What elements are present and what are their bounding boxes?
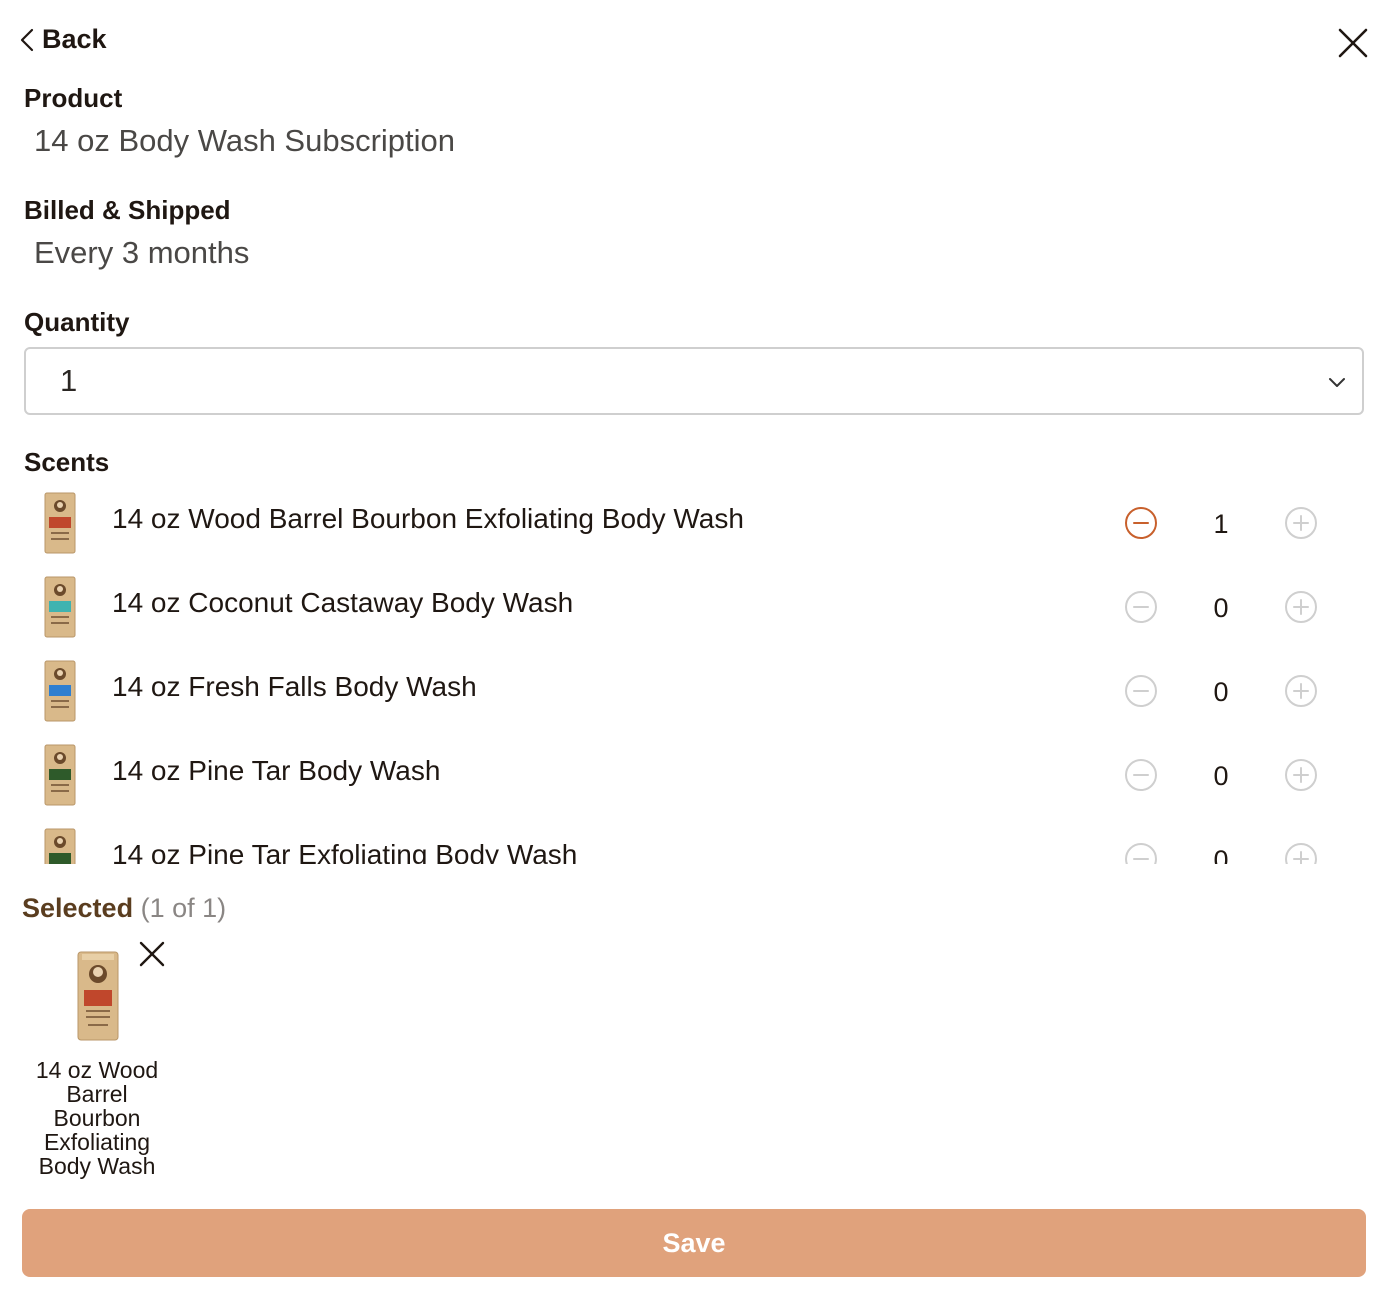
selected-count: (1 of 1) (140, 893, 227, 923)
chevron-down-icon (1329, 378, 1345, 387)
save-label: Save (662, 1227, 726, 1258)
product-label: Product (24, 83, 123, 113)
back-label: Back (42, 24, 107, 54)
billing-label: Billed & Shipped (24, 195, 231, 225)
scent-name: 14 oz Pine Tar Body Wash (112, 755, 441, 786)
decrement-icon[interactable] (1124, 506, 1158, 540)
increment-icon[interactable] (1284, 674, 1318, 708)
chevron-left-icon (20, 28, 34, 51)
decrement-icon[interactable] (1124, 842, 1158, 864)
billing-value: Every 3 months (34, 235, 250, 270)
quantity-label: Quantity (24, 307, 130, 337)
scent-row: 14 oz Fresh Falls Body Wash 0 (0, 648, 1388, 732)
save-button[interactable]: Save (22, 1209, 1366, 1277)
scent-quantity: 0 (1213, 845, 1229, 864)
scent-quantity: 1 (1213, 509, 1229, 539)
decrement-icon[interactable] (1124, 674, 1158, 708)
scent-thumbnail (44, 828, 76, 864)
scent-thumbnail (44, 492, 76, 554)
back-button[interactable]: Back (18, 24, 107, 55)
scents-list[interactable]: 14 oz Wood Barrel Bourbon Exfoliating Bo… (0, 480, 1388, 864)
quantity-selected-value: 1 (60, 363, 78, 398)
decrement-icon[interactable] (1124, 758, 1158, 792)
scent-name: 14 oz Pine Tar Exfoliating Body Wash (112, 839, 578, 864)
modal-header: Back (0, 0, 1388, 80)
scent-quantity: 0 (1213, 593, 1229, 623)
scent-quantity: 0 (1213, 677, 1229, 707)
selected-item-thumbnail (77, 951, 119, 1041)
scent-thumbnail (44, 744, 76, 806)
scent-row: 14 oz Pine Tar Body Wash 0 (0, 732, 1388, 816)
selected-item-name: 14 oz Wood Barrel Bourbon Exfoliating Bo… (35, 1057, 159, 1179)
scent-name: 14 oz Wood Barrel Bourbon Exfoliating Bo… (112, 503, 744, 534)
scent-quantity: 0 (1213, 761, 1229, 791)
increment-icon[interactable] (1284, 590, 1318, 624)
scent-thumbnail (44, 576, 76, 638)
close-icon[interactable] (1336, 26, 1370, 60)
increment-icon[interactable] (1284, 506, 1318, 540)
quantity-select[interactable]: 1 (24, 347, 1364, 415)
scents-label: Scents (24, 447, 110, 477)
scent-thumbnail (44, 660, 76, 722)
decrement-icon[interactable] (1124, 590, 1158, 624)
increment-icon[interactable] (1284, 758, 1318, 792)
scent-row: 14 oz Coconut Castaway Body Wash 0 (0, 564, 1388, 648)
increment-icon[interactable] (1284, 842, 1318, 864)
remove-selected-icon[interactable] (136, 938, 168, 970)
scent-row: 14 oz Wood Barrel Bourbon Exfoliating Bo… (0, 480, 1388, 564)
product-value: 14 oz Body Wash Subscription (34, 123, 456, 158)
scent-name: 14 oz Fresh Falls Body Wash (112, 671, 477, 702)
scent-name: 14 oz Coconut Castaway Body Wash (112, 587, 574, 618)
selected-heading: Selected (1 of 1) (22, 893, 226, 924)
scent-row: 14 oz Pine Tar Exfoliating Body Wash 0 (0, 816, 1388, 864)
selected-title: Selected (22, 893, 134, 923)
